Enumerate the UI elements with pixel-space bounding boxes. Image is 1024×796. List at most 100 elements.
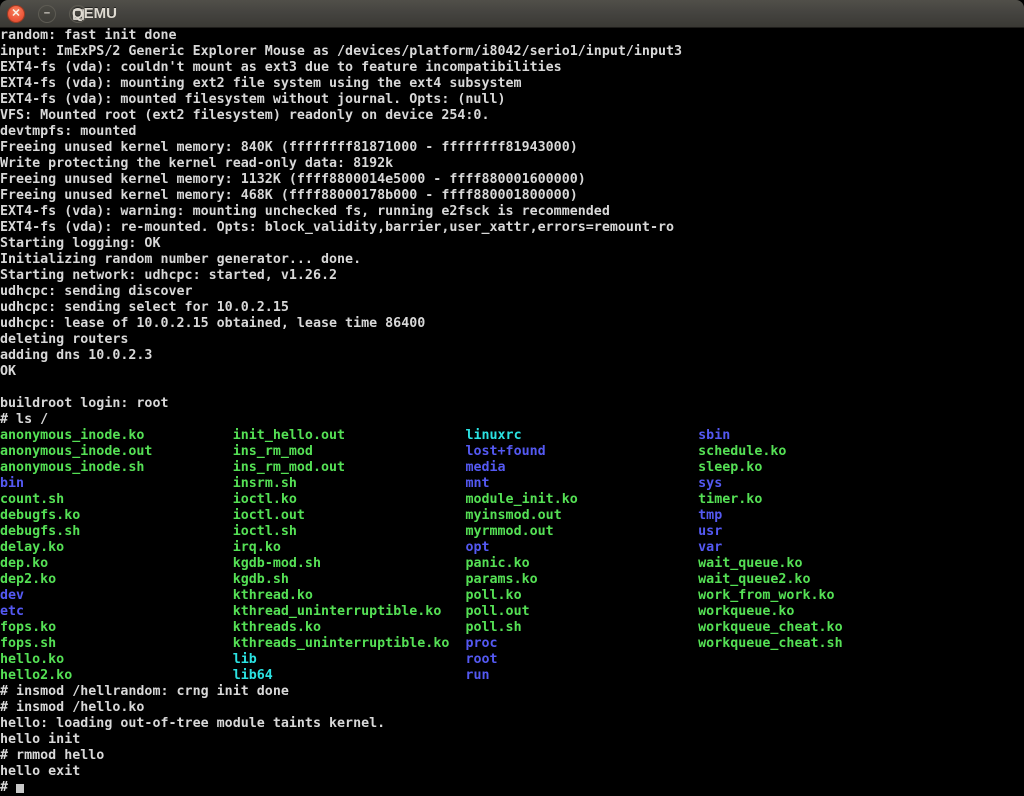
ls-entry: linuxrc — [465, 428, 521, 443]
ls-entry: kgdb-mod.sh — [233, 556, 321, 571]
ls-entry: mnt — [465, 476, 489, 491]
ls-entry: myinsmod.out — [465, 508, 561, 523]
console-line: Write protecting the kernel read-only da… — [0, 156, 1024, 172]
ls-entry: ins_rm_mod.out — [233, 460, 345, 475]
ls-entry: ioctl.sh — [233, 524, 297, 539]
ls-entry: sys — [698, 476, 722, 491]
console-line: EXT4-fs (vda): re-mounted. Opts: block_v… — [0, 220, 1024, 236]
console-line: deleting routers — [0, 332, 1024, 348]
console-line: VFS: Mounted root (ext2 filesystem) read… — [0, 108, 1024, 124]
ls-entry: count.sh — [0, 492, 64, 507]
console-line: EXT4-fs (vda): mounted filesystem withou… — [0, 92, 1024, 108]
ls-row: hello.ko lib root — [0, 652, 1024, 668]
console-line: hello: loading out-of-tree module taints… — [0, 716, 1024, 732]
titlebar: ✕ − QEMU — [0, 0, 1024, 28]
ls-entry: anonymous_inode.sh — [0, 460, 144, 475]
console-line: hello init — [0, 732, 1024, 748]
ls-entry: lib64 — [233, 668, 273, 683]
ls-entry: kgdb.sh — [233, 572, 289, 587]
minimize-icon: − — [44, 8, 50, 19]
ls-entry: debugfs.ko — [0, 508, 80, 523]
ls-row: anonymous_inode.sh ins_rm_mod.out media … — [0, 460, 1024, 476]
ls-entry: bin — [0, 476, 24, 491]
ls-entry: var — [698, 540, 722, 555]
ls-entry: anonymous_inode.out — [0, 444, 152, 459]
ls-row: hello2.ko lib64 run — [0, 668, 1024, 684]
ls-entry: hello.ko — [0, 652, 64, 667]
ls-entry: lib — [233, 652, 257, 667]
ls-entry: insrm.sh — [233, 476, 297, 491]
console-line: # rmmod hello — [0, 748, 1024, 764]
ls-entry: etc — [0, 604, 24, 619]
ls-entry: schedule.ko — [698, 444, 786, 459]
ls-entry: poll.sh — [465, 620, 521, 635]
console-line: Starting network: udhcpc: started, v1.26… — [0, 268, 1024, 284]
console-line: udhcpc: sending select for 10.0.2.15 — [0, 300, 1024, 316]
console-line: EXT4-fs (vda): mounting ext2 file system… — [0, 76, 1024, 92]
console-line: Initializing random number generator... … — [0, 252, 1024, 268]
console-line: buildroot login: root — [0, 396, 1024, 412]
ls-row: delay.ko irq.ko opt var — [0, 540, 1024, 556]
ls-entry: ins_rm_mod — [233, 444, 313, 459]
ls-entry: kthread_uninterruptible.ko — [233, 604, 442, 619]
console-line: Freeing unused kernel memory: 468K (ffff… — [0, 188, 1024, 204]
ls-entry: hello2.ko — [0, 668, 72, 683]
ls-entry: work_from_work.ko — [698, 588, 834, 603]
ls-entry: kthread.ko — [233, 588, 313, 603]
ls-row: anonymous_inode.ko init_hello.out linuxr… — [0, 428, 1024, 444]
ls-entry: irq.ko — [233, 540, 281, 555]
console-line: Freeing unused kernel memory: 840K (ffff… — [0, 140, 1024, 156]
terminal-console[interactable]: random: fast init doneinput: ImExPS/2 Ge… — [0, 28, 1024, 796]
ls-row: debugfs.ko ioctl.out myinsmod.out tmp — [0, 508, 1024, 524]
ls-entry: media — [465, 460, 505, 475]
console-line: Starting logging: OK — [0, 236, 1024, 252]
ls-row: etc kthread_uninterruptible.ko poll.out … — [0, 604, 1024, 620]
console-line: adding dns 10.0.2.3 — [0, 348, 1024, 364]
console-line: EXT4-fs (vda): couldn't mount as ext3 du… — [0, 60, 1024, 76]
console-line: input: ImExPS/2 Generic Explorer Mouse a… — [0, 44, 1024, 60]
prompt-line: # — [0, 780, 1024, 796]
ls-row: dev kthread.ko poll.ko work_from_work.ko — [0, 588, 1024, 604]
ls-entry: kthreads_uninterruptible.ko — [233, 636, 450, 651]
console-line: # insmod /hello.ko — [0, 700, 1024, 716]
ls-entry: run — [465, 668, 489, 683]
window-title: QEMU — [72, 0, 117, 28]
console-line: EXT4-fs (vda): warning: mounting uncheck… — [0, 204, 1024, 220]
console-line: devtmpfs: mounted — [0, 124, 1024, 140]
ls-row: anonymous_inode.out ins_rm_mod lost+foun… — [0, 444, 1024, 460]
console-line: OK — [0, 364, 1024, 380]
ls-row: fops.ko kthreads.ko poll.sh workqueue_ch… — [0, 620, 1024, 636]
console-line: udhcpc: sending discover — [0, 284, 1024, 300]
ls-entry: fops.ko — [0, 620, 56, 635]
console-line: udhcpc: lease of 10.0.2.15 obtained, lea… — [0, 316, 1024, 332]
ls-entry: usr — [698, 524, 722, 539]
ls-entry: tmp — [698, 508, 722, 523]
ls-entry: dep.ko — [0, 556, 48, 571]
ls-entry: panic.ko — [465, 556, 529, 571]
ls-row: fops.sh kthreads_uninterruptible.ko proc… — [0, 636, 1024, 652]
ls-entry: ioctl.out — [233, 508, 305, 523]
ls-entry: params.ko — [465, 572, 537, 587]
ls-entry: proc — [465, 636, 497, 651]
ls-entry: kthreads.ko — [233, 620, 321, 635]
close-icon: ✕ — [11, 8, 20, 19]
ls-entry: wait_queue2.ko — [698, 572, 810, 587]
ls-entry: init_hello.out — [233, 428, 345, 443]
ls-entry: lost+found — [465, 444, 545, 459]
console-line: random: fast init done — [0, 28, 1024, 44]
ls-row: count.sh ioctl.ko module_init.ko timer.k… — [0, 492, 1024, 508]
minimize-button[interactable]: − — [38, 5, 56, 23]
ls-entry: module_init.ko — [465, 492, 577, 507]
ls-row: debugfs.sh ioctl.sh myrmmod.out usr — [0, 524, 1024, 540]
close-button[interactable]: ✕ — [7, 5, 25, 23]
ls-entry: dev — [0, 588, 24, 603]
ls-row: dep.ko kgdb-mod.sh panic.ko wait_queue.k… — [0, 556, 1024, 572]
ls-row: dep2.ko kgdb.sh params.ko wait_queue2.ko — [0, 572, 1024, 588]
ls-entry: opt — [465, 540, 489, 555]
ls-entry: anonymous_inode.ko — [0, 428, 144, 443]
ls-entry: poll.ko — [465, 588, 521, 603]
console-line — [0, 380, 1024, 396]
ls-entry: poll.out — [465, 604, 529, 619]
ls-entry: wait_queue.ko — [698, 556, 802, 571]
ls-entry: dep2.ko — [0, 572, 56, 587]
